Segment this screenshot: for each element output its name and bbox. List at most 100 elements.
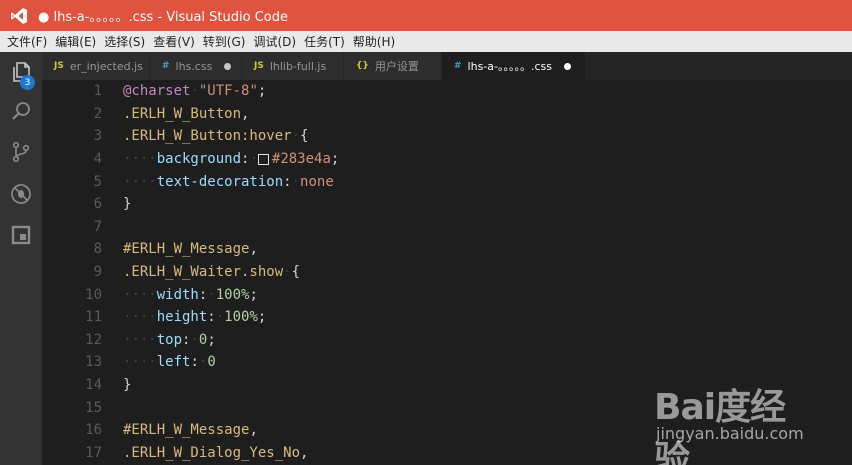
code-token: ,	[249, 422, 258, 439]
tab-2[interactable]: JS lhlib-full.js	[242, 52, 344, 80]
window-title: ● lhs-a-。。。。。.css - Visual Studio Code	[38, 10, 288, 25]
tab-label: 用户设置	[374, 60, 419, 73]
title-bar: ● lhs-a-。。。。。.css - Visual Studio Code	[0, 0, 852, 31]
code-text: #ERLH_W_Message,	[123, 241, 258, 257]
line-number: 6	[93, 196, 102, 213]
code-token: none	[300, 173, 334, 190]
explorer-button[interactable]: 3	[0, 55, 42, 93]
code-token: 0	[198, 331, 208, 348]
explorer-badge: 3	[20, 75, 35, 90]
code-text: ···· text-decoration: · none	[123, 174, 334, 190]
tab-3[interactable]: {} 用户设置	[344, 52, 442, 80]
code-text: ···· height: · 100%;	[123, 309, 266, 325]
menu-item-1[interactable]: 编辑(E)	[51, 33, 100, 50]
unsaved-dot-icon[interactable]	[564, 62, 571, 70]
code-token: ·	[283, 264, 292, 281]
code-token: ·	[249, 151, 258, 168]
code-line: 8 #ERLH_W_Message,	[42, 238, 852, 261]
code-token: .ERLH_W_Button	[123, 105, 242, 122]
code-line: 7	[42, 216, 852, 239]
code-token: ····	[123, 331, 157, 348]
code-token: ·	[215, 309, 225, 326]
vscode-logo-icon	[0, 0, 38, 31]
css-file-icon: #	[162, 61, 170, 71]
menu-item-0[interactable]: 文件(F)	[3, 33, 51, 50]
css-file-icon: #	[454, 61, 462, 71]
code-text: }	[123, 377, 131, 393]
menu-item-7[interactable]: 帮助(H)	[349, 33, 399, 50]
line-number: 16	[85, 422, 102, 439]
code-token: #ERLH_W_Message	[123, 241, 250, 258]
code-text: .ERLH_W_Waiter.show ·{	[123, 264, 300, 280]
menu-item-3[interactable]: 查看(V)	[149, 33, 199, 50]
code-token: :	[190, 354, 199, 371]
code-token: ····	[123, 173, 157, 190]
code-token: }	[123, 196, 132, 213]
code-text: @charset · "UTF-8";	[123, 83, 266, 99]
javascript-file-icon: JS	[54, 61, 64, 71]
menu-item-2[interactable]: 选择(S)	[100, 33, 149, 50]
code-line: 12 ···· top: · 0;	[42, 329, 852, 352]
debug-button[interactable]	[0, 177, 42, 215]
code-line: 5 ···· text-decoration: · none	[42, 170, 852, 193]
code-token: width	[156, 286, 199, 303]
code-token: "UTF-8"	[198, 83, 258, 100]
tab-0[interactable]: JS er_injected.js	[42, 52, 150, 80]
line-number: 4	[93, 151, 102, 168]
code-line: 11 ···· height: · 100%;	[42, 306, 852, 329]
code-text: ···· left: · 0	[123, 354, 216, 370]
code-token: .ERLH_W_Waiter.show	[123, 264, 284, 281]
code-token: :	[198, 286, 208, 303]
source-control-button[interactable]	[0, 135, 42, 173]
code-token: text-decoration	[156, 173, 284, 190]
code-text: ···· background: · #283e4a;	[123, 151, 339, 167]
code-line: 9 .ERLH_W_Waiter.show ·{	[42, 261, 852, 284]
color-swatch-icon[interactable]	[257, 153, 269, 165]
activity-bar: 3	[0, 52, 42, 465]
code-token: ·	[190, 83, 199, 100]
extensions-button[interactable]	[0, 218, 42, 256]
line-number: 1	[93, 83, 102, 100]
tab-1[interactable]: # lhs.css	[150, 52, 242, 80]
code-token: ;	[330, 151, 340, 168]
line-number: 15	[85, 399, 102, 416]
search-icon	[10, 101, 32, 127]
watermark-url: jingyan.baidu.com	[656, 424, 804, 443]
search-button[interactable]	[0, 95, 42, 133]
code-token: 100%	[224, 309, 258, 326]
code-line: 6}	[42, 193, 852, 216]
menu-item-6[interactable]: 任务(T)	[300, 33, 349, 50]
tab-label: lhs.css	[175, 59, 213, 73]
code-line: 3 .ERLH_W_Button:hover ·{	[42, 125, 852, 148]
line-number: 17	[85, 444, 102, 461]
line-number: 9	[93, 264, 102, 281]
line-number: 13	[85, 354, 102, 371]
unsaved-dot-icon[interactable]	[224, 62, 231, 70]
debug-icon	[10, 183, 32, 209]
watermark-brand: Bai度经验	[654, 387, 786, 465]
code-token: #283e4a	[271, 151, 331, 168]
code-text: }	[123, 196, 131, 212]
code-token: #ERLH_W_Message	[123, 422, 250, 439]
code-token: ····	[123, 309, 157, 326]
code-token: ····	[123, 354, 157, 371]
menu-item-4[interactable]: 转到(G)	[199, 33, 250, 50]
line-number: 8	[93, 241, 102, 258]
line-number: 3	[93, 128, 102, 145]
line-number: 10	[85, 286, 102, 303]
code-token: ;	[257, 83, 267, 100]
tab-label: er_injected.js	[69, 59, 143, 73]
code-token: ;	[257, 309, 267, 326]
line-number: 11	[85, 309, 102, 326]
source-control-icon	[10, 141, 32, 167]
code-token: :	[241, 151, 250, 168]
tab-label: lhs-a-。。。。。.css	[467, 60, 552, 73]
code-token: ;	[207, 331, 216, 348]
menu-item-5[interactable]: 调试(D)	[249, 33, 300, 50]
code-token: 0	[207, 354, 216, 371]
menu-bar: 文件(F) 编辑(E) 选择(S) 查看(V) 转到(G) 调试(D) 任务(T) 帮助(H)	[0, 31, 852, 52]
code-token: .ERLH_W_Dialog_Yes_No	[123, 444, 301, 461]
json-file-icon: {}	[356, 61, 369, 71]
code-token: height	[156, 309, 208, 326]
tab-4[interactable]: # lhs-a-。。。。。.css	[442, 52, 586, 80]
